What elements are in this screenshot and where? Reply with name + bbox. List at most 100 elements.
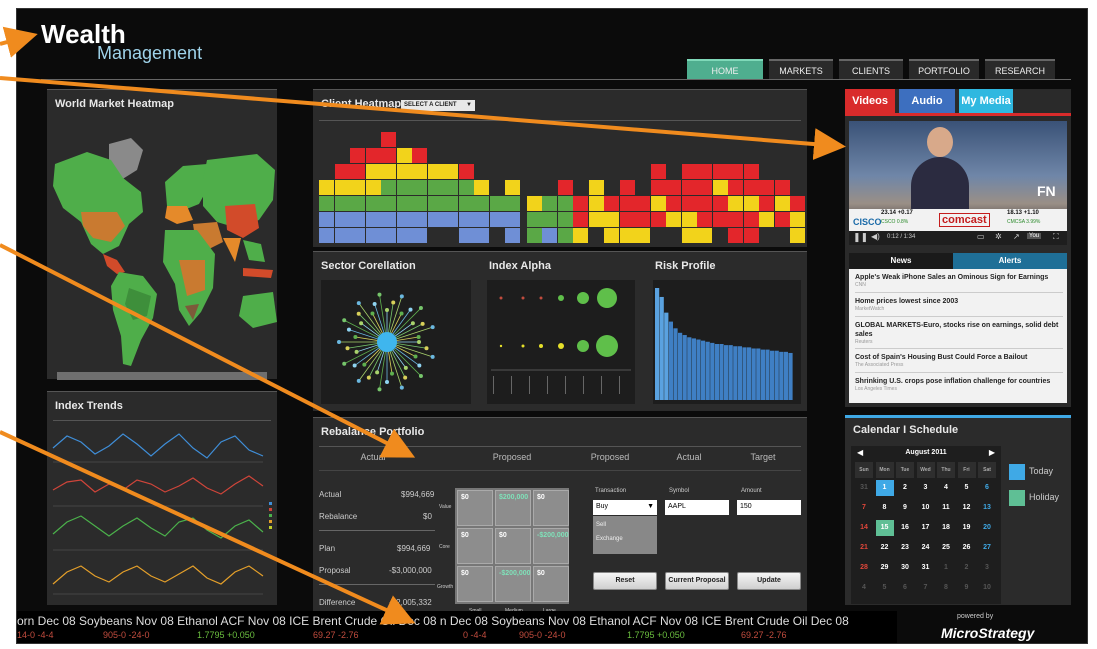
heatmap-cell[interactable]: [542, 228, 557, 243]
heatmap-cell[interactable]: [728, 180, 743, 195]
calendar-day[interactable]: 31: [917, 560, 935, 576]
heatmap-cell[interactable]: [650, 180, 666, 195]
calendar-day[interactable]: 1: [875, 480, 894, 496]
tab-my-media[interactable]: My Media: [959, 89, 1013, 113]
heatmap-cell[interactable]: [489, 196, 505, 211]
heatmap-cell[interactable]: [573, 212, 588, 227]
calendar-day[interactable]: 10: [917, 500, 935, 516]
calendar-day[interactable]: 27: [978, 540, 996, 556]
calendar-day[interactable]: 31: [855, 480, 873, 496]
heatmap-cell[interactable]: [381, 212, 396, 227]
calendar-day[interactable]: 5: [958, 480, 976, 496]
heatmap-cell[interactable]: [604, 228, 619, 243]
heatmap-cell[interactable]: [743, 180, 759, 195]
heatmap-cell[interactable]: [650, 196, 666, 211]
calendar-day[interactable]: 13: [978, 500, 996, 516]
calendar-day[interactable]: 9: [896, 500, 914, 516]
heatmap-cell[interactable]: [474, 212, 489, 227]
heatmap-cell[interactable]: [381, 196, 396, 211]
calendar-day[interactable]: 2: [958, 560, 976, 576]
heatmap-cell[interactable]: [365, 212, 381, 227]
calendar-day[interactable]: 30: [896, 560, 914, 576]
calendar-day[interactable]: 20: [978, 520, 996, 536]
transaction-select[interactable]: Buy ▼: [593, 500, 657, 515]
tab-audio[interactable]: Audio: [899, 89, 955, 113]
heatmap-cell[interactable]: [604, 196, 619, 211]
heatmap-cell[interactable]: [365, 180, 381, 195]
calendar-day[interactable]: 4: [855, 580, 873, 596]
heatmap-cell[interactable]: [697, 196, 712, 211]
heatmap-cell[interactable]: [526, 212, 542, 227]
heatmap-cell[interactable]: [350, 196, 365, 211]
heatmap-cell[interactable]: [396, 196, 412, 211]
heatmap-cell[interactable]: [557, 228, 573, 243]
heatmap-cell[interactable]: [427, 164, 443, 179]
heatmap-cell[interactable]: [728, 212, 743, 227]
next-month-icon[interactable]: ▶: [989, 448, 995, 457]
heatmap-cell[interactable]: [728, 228, 743, 243]
calendar-day[interactable]: 22: [876, 540, 894, 556]
heatmap-cell[interactable]: [396, 212, 412, 227]
calendar-day[interactable]: 6: [896, 580, 914, 596]
heatmap-cell[interactable]: [774, 180, 790, 195]
allocation-matrix[interactable]: $0 $200,000 $0 $0 $0 -$200,000 $0 -$200,000 $0: [455, 488, 569, 604]
heatmap-cell[interactable]: [381, 148, 396, 163]
heatmap-cell[interactable]: [573, 228, 588, 243]
calendar-days[interactable]: Sun Mon Tue Wed Thu Fri Sat 31 1 2 3 4 5 6 7 8 9 10 11 12 13…: [855, 462, 1001, 602]
settings-icon[interactable]: ✲: [995, 232, 1002, 241]
heatmap-cell[interactable]: [542, 212, 557, 227]
matrix-cell[interactable]: -$200,000: [533, 528, 569, 564]
heatmap-cell[interactable]: [443, 164, 458, 179]
news-item[interactable]: Apple's Weak iPhone Sales an Ominous Sig…: [855, 273, 1063, 293]
heatmap-cell[interactable]: [712, 212, 728, 227]
heatmap-cell[interactable]: [681, 228, 697, 243]
calendar-day[interactable]: 3: [917, 480, 935, 496]
heatmap-cell[interactable]: [619, 180, 635, 195]
heatmap-cell[interactable]: [557, 212, 573, 227]
nav-portfolio[interactable]: PORTFOLIO: [909, 59, 979, 79]
heatmap-cell[interactable]: [427, 212, 443, 227]
heatmap-cell[interactable]: [712, 196, 728, 211]
heatmap-cell[interactable]: [427, 196, 443, 211]
heatmap-cell[interactable]: [774, 196, 790, 211]
heatmap-cell[interactable]: [681, 164, 697, 179]
matrix-cell[interactable]: -$200,000: [495, 566, 531, 602]
heatmap-cell[interactable]: [557, 180, 573, 195]
heatmap-cell[interactable]: [505, 180, 520, 195]
heatmap-cell[interactable]: [666, 212, 681, 227]
heatmap-cell[interactable]: [712, 164, 728, 179]
matrix-cell[interactable]: $0: [457, 566, 493, 602]
reset-button[interactable]: Reset: [593, 572, 657, 590]
heatmap-cell[interactable]: [334, 164, 350, 179]
calendar-day[interactable]: 8: [876, 500, 894, 516]
heatmap-cell[interactable]: [458, 196, 474, 211]
heatmap-cell[interactable]: [365, 164, 381, 179]
heatmap-cell[interactable]: [427, 180, 443, 195]
calendar-day[interactable]: 29: [876, 560, 894, 576]
heatmap-cell[interactable]: [319, 212, 334, 227]
heatmap-cell[interactable]: [681, 212, 697, 227]
heatmap-cell[interactable]: [412, 196, 427, 211]
heatmap-cell[interactable]: [650, 212, 666, 227]
calendar-day[interactable]: 4: [937, 480, 955, 496]
heatmap-cell[interactable]: [635, 212, 650, 227]
sector-correlation-chart[interactable]: [321, 280, 471, 404]
calendar-day[interactable]: 12: [958, 500, 976, 516]
news-item[interactable]: Home prices lowest since 2003 MarketWatc…: [855, 297, 1063, 317]
heatmap-cell[interactable]: [334, 180, 350, 195]
heatmap-cell[interactable]: [635, 228, 650, 243]
index-alpha-chart[interactable]: [487, 280, 635, 404]
calendar-day[interactable]: 10: [978, 580, 996, 596]
option-sell[interactable]: Sell: [596, 522, 606, 528]
matrix-cell[interactable]: $0: [533, 490, 569, 526]
heatmap-cell[interactable]: [412, 148, 427, 163]
calendar-day[interactable]: 23: [896, 540, 914, 556]
heatmap-cell[interactable]: [619, 212, 635, 227]
heatmap-cell[interactable]: [619, 228, 635, 243]
heatmap-cell[interactable]: [365, 228, 381, 243]
nav-home[interactable]: HOME: [687, 59, 763, 79]
calendar-day[interactable]: 11: [937, 500, 955, 516]
news-item[interactable]: Shrinking U.S. crops pose inflation chal…: [855, 377, 1063, 403]
calendar-day[interactable]: 2: [896, 480, 914, 496]
calendar-day[interactable]: 18: [937, 520, 955, 536]
